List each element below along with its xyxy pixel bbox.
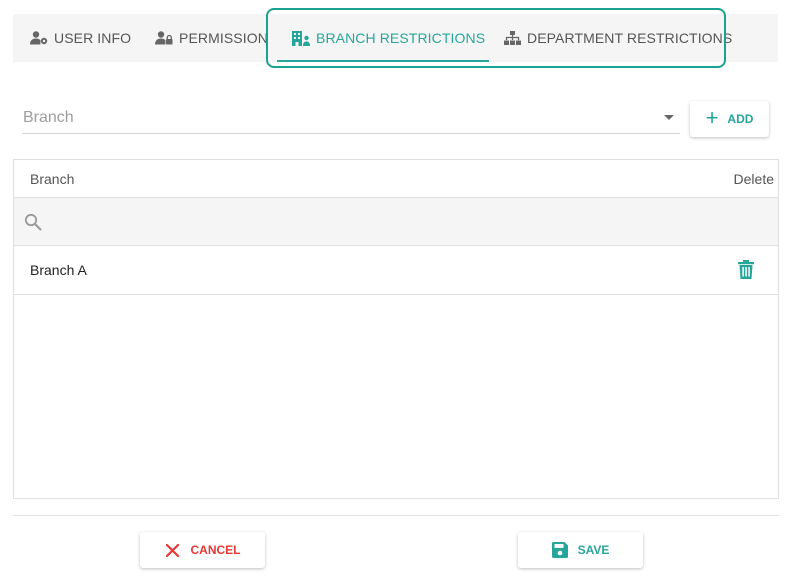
branch-select-placeholder: Branch [23, 109, 74, 126]
user-lock-icon [155, 29, 173, 47]
table-header: Branch Delete [14, 160, 778, 198]
save-button[interactable]: SAVE [518, 532, 643, 568]
cancel-button[interactable]: CANCEL [140, 532, 265, 568]
tab-user-info[interactable]: USER INFO [30, 14, 131, 62]
search-icon [24, 213, 42, 231]
plus-icon: + [705, 105, 719, 130]
table-row[interactable]: Branch A [14, 246, 778, 295]
branch-cell: Branch A [30, 262, 87, 278]
save-icon [551, 542, 568, 558]
tab-label: PERMISSION [179, 30, 268, 46]
trash-icon[interactable] [738, 260, 756, 280]
tab-department-restrictions[interactable]: DEPARTMENT RESTRICTIONS [503, 14, 732, 62]
tab-label: USER INFO [54, 30, 132, 46]
chevron-down-icon [664, 115, 674, 120]
cancel-button-label: CANCEL [190, 543, 241, 557]
active-tab-indicator [277, 60, 489, 62]
close-icon [165, 542, 181, 558]
footer-divider [13, 515, 779, 516]
add-button[interactable]: + ADD [690, 101, 769, 137]
tab-permission[interactable]: PERMISSION [155, 14, 268, 62]
tab-bar: USER INFO PERMISSION BRANCH RESTRICTIONS… [13, 14, 778, 62]
tab-branch-restrictions[interactable]: BRANCH RESTRICTIONS [292, 14, 485, 62]
branch-table: Branch Delete Branch A [13, 159, 779, 499]
building-user-icon [292, 29, 310, 47]
sitemap-icon [503, 29, 521, 47]
filter-row[interactable] [14, 198, 778, 246]
user-gear-icon [30, 29, 48, 47]
tab-label: DEPARTMENT RESTRICTIONS [527, 30, 733, 46]
tab-label: BRANCH RESTRICTIONS [316, 30, 486, 46]
add-button-label: ADD [727, 112, 754, 126]
column-header-branch[interactable]: Branch [30, 171, 74, 187]
branch-select[interactable]: Branch [22, 100, 680, 134]
column-header-delete: Delete [733, 171, 774, 187]
save-button-label: SAVE [577, 543, 610, 557]
